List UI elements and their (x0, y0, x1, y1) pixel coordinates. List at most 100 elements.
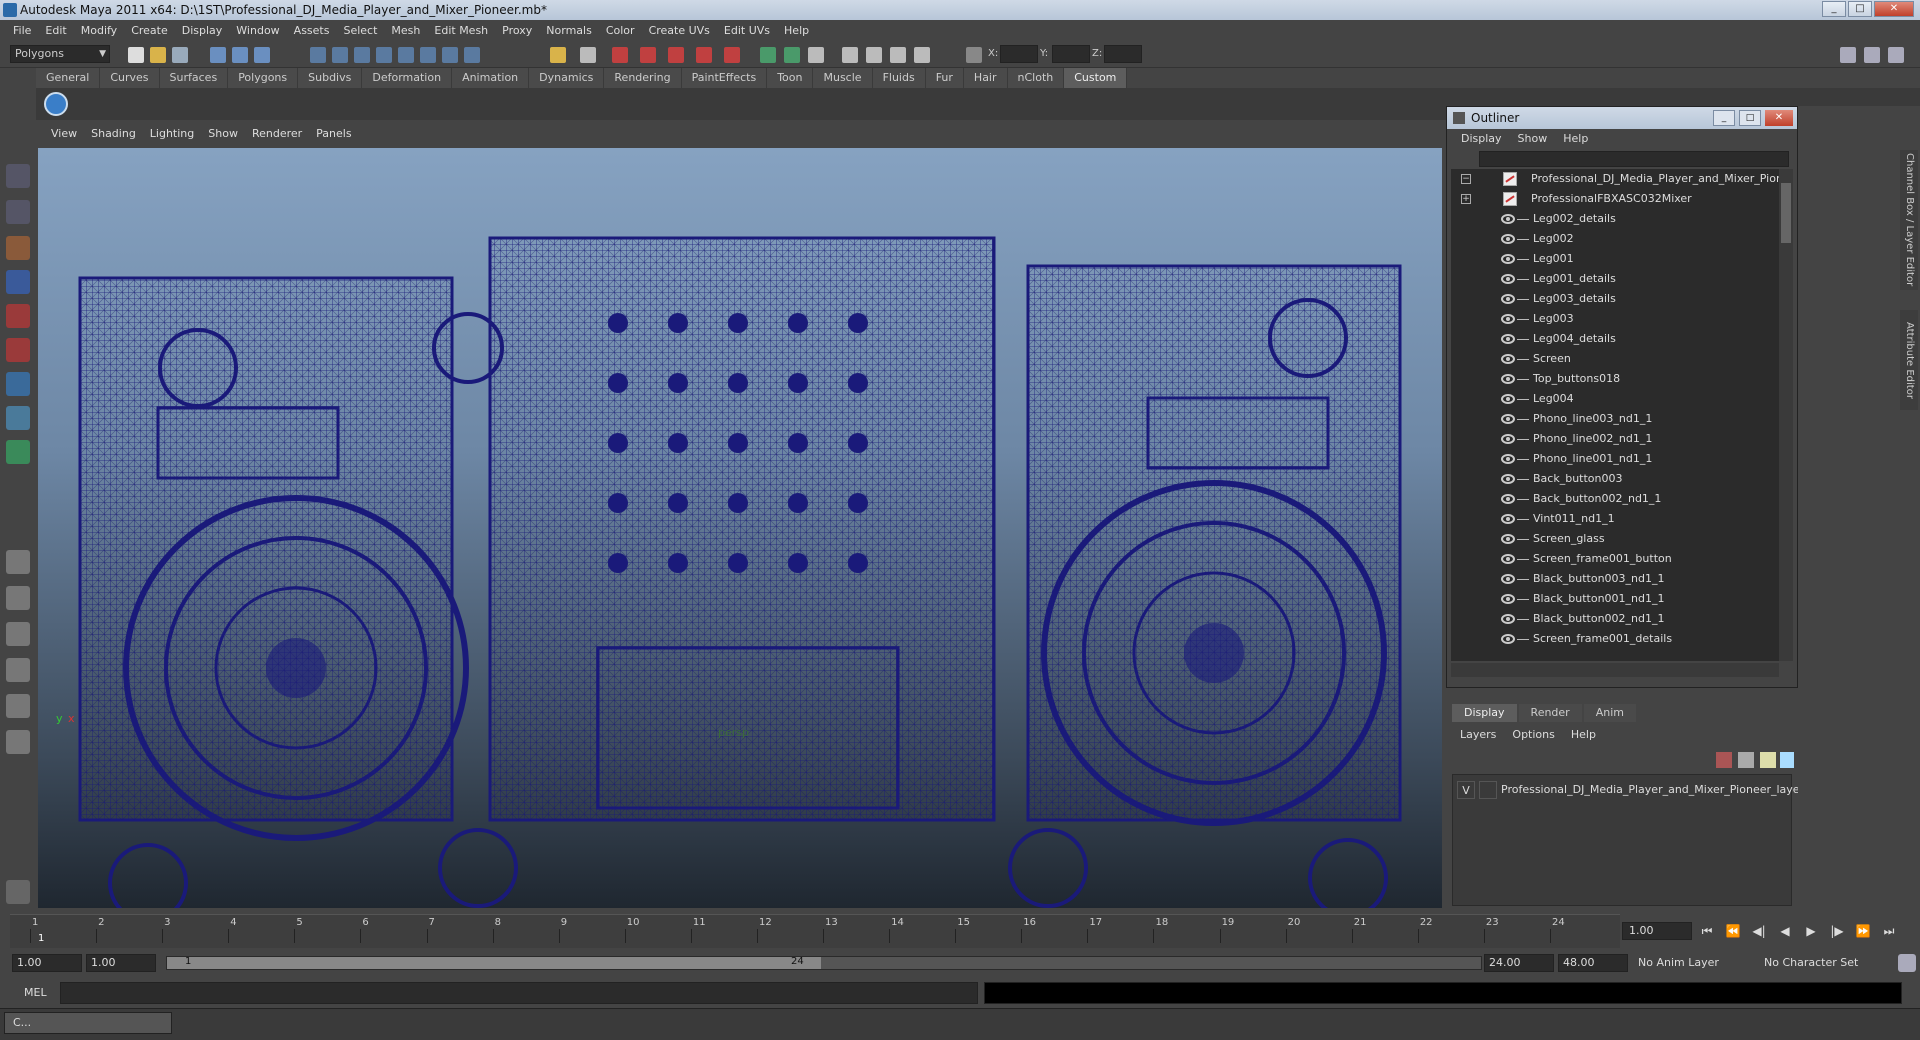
command-input[interactable] (60, 982, 978, 1004)
outliner-item[interactable]: Leg003_details (1451, 289, 1779, 309)
channel-box-side-tab[interactable]: Channel Box / Layer Editor (1900, 150, 1918, 290)
panel-menu-renderer[interactable]: Renderer (245, 124, 309, 144)
outliner-item[interactable]: Black_button003_nd1_1 (1451, 569, 1779, 589)
minimized-window-button[interactable]: C... (4, 1012, 172, 1034)
shelf-check-icon[interactable] (44, 92, 68, 116)
select-tool-icon[interactable] (6, 164, 30, 188)
outliner-menu-display[interactable]: Display (1453, 129, 1510, 149)
maximize-button[interactable]: □ (1848, 1, 1872, 17)
outliner-item[interactable]: Leg004_details (1451, 329, 1779, 349)
close-button[interactable]: ✕ (1874, 1, 1914, 17)
collapse-icon[interactable]: − (1461, 174, 1471, 184)
outliner-item[interactable]: Back_button002_nd1_1 (1451, 489, 1779, 509)
minimize-button[interactable]: _ (1822, 1, 1846, 17)
outliner-item[interactable]: Leg002 (1451, 229, 1779, 249)
menu-help[interactable]: Help (777, 24, 816, 37)
outliner-item[interactable]: Leg001 (1451, 249, 1779, 269)
rotate-tool-icon[interactable] (6, 304, 30, 328)
lock-icon[interactable] (550, 47, 566, 63)
panel-menu-view[interactable]: View (44, 124, 84, 144)
paint-tool-icon[interactable] (6, 236, 30, 260)
key-preferences-icon[interactable] (1898, 954, 1916, 972)
select-component-icon[interactable] (254, 47, 270, 63)
outliner-close-icon[interactable]: ✕ (1765, 110, 1793, 126)
outliner-filter-field[interactable] (1479, 151, 1789, 167)
outliner-item[interactable]: Leg003 (1451, 309, 1779, 329)
outliner-item[interactable]: Leg001_details (1451, 269, 1779, 289)
shelf-tab-dynamics[interactable]: Dynamics (529, 68, 605, 88)
tool-settings-toggle-icon[interactable] (1864, 47, 1880, 63)
shelf-tab-muscle[interactable]: Muscle (813, 68, 873, 88)
perspective-viewport[interactable]: y x persp (38, 148, 1442, 908)
x-field[interactable] (1000, 45, 1038, 63)
panel-menu-shading[interactable]: Shading (84, 124, 143, 144)
shelf-tab-fur[interactable]: Fur (925, 68, 964, 88)
snap-live-icon[interactable] (398, 47, 414, 63)
shelf-tab-general[interactable]: General (36, 68, 101, 88)
play-forward-icon[interactable]: ▶ (1800, 924, 1822, 938)
hypershade-icon[interactable] (696, 47, 712, 63)
layer-settings-icon[interactable] (1780, 752, 1794, 768)
outliner-menu-help[interactable]: Help (1555, 129, 1596, 149)
soft-mod-tool-icon[interactable] (6, 406, 30, 430)
quick-layout-icon[interactable] (6, 880, 30, 904)
script-editor-icon[interactable] (914, 47, 930, 63)
time-slider[interactable]: 1 1 2 3 4 5 6 7 8 9 10 11 12 13 14 15 16 17 18 19 20 21 22 23 2… (10, 914, 1620, 948)
animation-end-field[interactable]: 48.00 (1558, 954, 1628, 972)
layer-tab-display[interactable]: Display (1452, 704, 1517, 722)
four-view-layout-icon[interactable] (6, 586, 30, 610)
shelf-tab-custom[interactable]: Custom (1064, 68, 1128, 88)
expand-icon[interactable]: + (1461, 194, 1471, 204)
outliner-item[interactable]: Screen_frame001_button (1451, 549, 1779, 569)
save-scene-icon[interactable] (172, 47, 188, 63)
menu-display[interactable]: Display (175, 24, 230, 37)
z-field[interactable] (1104, 45, 1142, 63)
outliner-item[interactable]: Phono_line002_nd1_1 (1451, 429, 1779, 449)
layer-menu-layers[interactable]: Layers (1452, 726, 1504, 744)
single-perspective-layout-icon[interactable] (6, 550, 30, 574)
render-settings-icon[interactable] (668, 47, 684, 63)
new-layer-selected-icon[interactable] (1738, 752, 1754, 768)
outliner-item[interactable]: Screen (1451, 349, 1779, 369)
range-slider[interactable]: 1 24 (166, 956, 1482, 970)
outliner-horizontal-scrollbar[interactable] (1451, 663, 1779, 677)
display-icon[interactable] (760, 47, 776, 63)
shelf-tab-painteffects[interactable]: PaintEffects (681, 68, 768, 88)
outliner-item[interactable]: Leg004 (1451, 389, 1779, 409)
lasso-tool-icon[interactable] (6, 200, 30, 224)
step-back-key-icon[interactable]: ⏪ (1722, 924, 1744, 938)
menu-edit[interactable]: Edit (38, 24, 73, 37)
shelf-tab-subdivs[interactable]: Subdivs (298, 68, 363, 88)
uv-editor-icon[interactable] (890, 47, 906, 63)
outliner-maximize-icon[interactable]: □ (1739, 110, 1761, 126)
shelf-tab-toon[interactable]: Toon (767, 68, 814, 88)
playback-start-field[interactable]: 1.00 (86, 954, 156, 972)
shelf-tab-fluids[interactable]: Fluids (872, 68, 926, 88)
shelf-tab-animation[interactable]: Animation (452, 68, 530, 88)
menu-modify[interactable]: Modify (74, 24, 124, 37)
shelf-tab-polygons[interactable]: Polygons (228, 68, 299, 88)
character-set-dropdown[interactable]: No Character Set (1760, 954, 1896, 972)
outliner-item[interactable]: + ProfessionalFBXASC032Mixer (1451, 189, 1779, 209)
menu-window[interactable]: Window (229, 24, 286, 37)
snap-plane-icon[interactable] (376, 47, 392, 63)
animation-start-field[interactable]: 1.00 (12, 954, 82, 972)
outliner-item[interactable]: Screen_glass (1451, 529, 1779, 549)
shelf-tab-hair[interactable]: Hair (963, 68, 1008, 88)
history-icon[interactable] (420, 47, 436, 63)
camera-icon[interactable] (842, 47, 858, 63)
y-field[interactable] (1052, 45, 1090, 63)
outliner-item[interactable]: Phono_line003_nd1_1 (1451, 409, 1779, 429)
render-view-icon[interactable] (724, 47, 740, 63)
layer-tab-render[interactable]: Render (1518, 704, 1582, 722)
outliner-item[interactable]: Top_buttons018 (1451, 369, 1779, 389)
menu-set-selector[interactable]: Polygons ▼ (10, 45, 110, 63)
menu-assets[interactable]: Assets (287, 24, 337, 37)
attribute-editor-side-tab[interactable]: Attribute Editor (1900, 310, 1918, 410)
outliner-item[interactable]: − Professional_DJ_Media_Player_and_Mixer_… (1451, 169, 1779, 189)
menu-mesh[interactable]: Mesh (384, 24, 427, 37)
panel-menu-lighting[interactable]: Lighting (143, 124, 201, 144)
persp-outliner-layout-icon[interactable] (6, 622, 30, 646)
menu-select[interactable]: Select (336, 24, 384, 37)
input-ops-icon[interactable] (580, 47, 596, 63)
